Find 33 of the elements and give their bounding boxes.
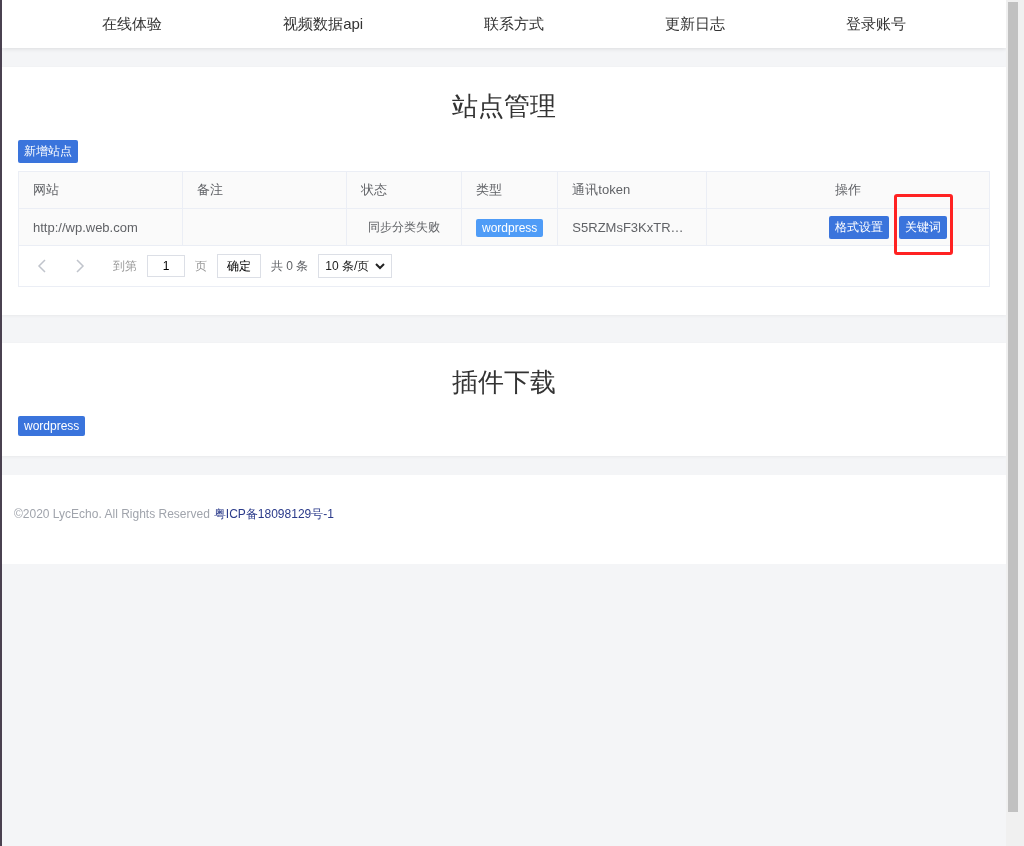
column-header: 类型 bbox=[461, 172, 558, 209]
nav-link[interactable]: 在线体验 bbox=[102, 14, 163, 34]
nav-link[interactable]: 视频数据api bbox=[283, 14, 364, 34]
column-header: 状态 bbox=[346, 172, 462, 209]
nav-link[interactable]: 更新日志 bbox=[664, 14, 725, 34]
column-header: 操作 bbox=[706, 172, 989, 209]
table-cell: 同步分类失败 bbox=[346, 208, 462, 246]
add-site-button[interactable]: 新增站点 bbox=[18, 140, 78, 163]
table-cell: http://wp.web.com bbox=[19, 208, 183, 246]
action-button[interactable]: 格式设置 bbox=[829, 215, 890, 239]
type-tag: wordpress bbox=[476, 218, 544, 237]
nav-link[interactable]: 联系方式 bbox=[484, 14, 544, 34]
page-suffix: 页 bbox=[195, 257, 207, 275]
chevron-down-icon bbox=[375, 262, 386, 270]
action-button[interactable]: 关键词 bbox=[899, 215, 948, 239]
total-count: 共 0 条 bbox=[271, 257, 309, 275]
section-title: 站点管理 bbox=[451, 90, 557, 123]
page-input[interactable]: 1 bbox=[147, 255, 185, 277]
nav-link[interactable]: 登录账号 bbox=[845, 14, 906, 34]
section-title: 插件下载 bbox=[451, 366, 557, 399]
column-header: 通讯token bbox=[557, 172, 707, 209]
plugin-download-button[interactable]: wordpress bbox=[18, 416, 86, 436]
table-cell: S5RZMsF3KxTR… bbox=[557, 208, 707, 246]
column-header: 网站 bbox=[19, 172, 183, 209]
chevron-left-icon[interactable] bbox=[37, 259, 47, 273]
goto-label: 到第 bbox=[113, 257, 137, 275]
page-size-select[interactable]: 10 条/页 bbox=[318, 254, 393, 278]
icp-link[interactable]: 粤ICP备18098129号-1 bbox=[213, 507, 334, 521]
chevron-right-icon[interactable] bbox=[75, 259, 85, 273]
scrollbar[interactable] bbox=[1006, 0, 1024, 846]
copyright-text: ©2020 LycEcho. All Rights Reserved bbox=[14, 507, 210, 521]
column-header: 备注 bbox=[182, 172, 347, 209]
confirm-button[interactable]: 确定 bbox=[217, 254, 261, 278]
